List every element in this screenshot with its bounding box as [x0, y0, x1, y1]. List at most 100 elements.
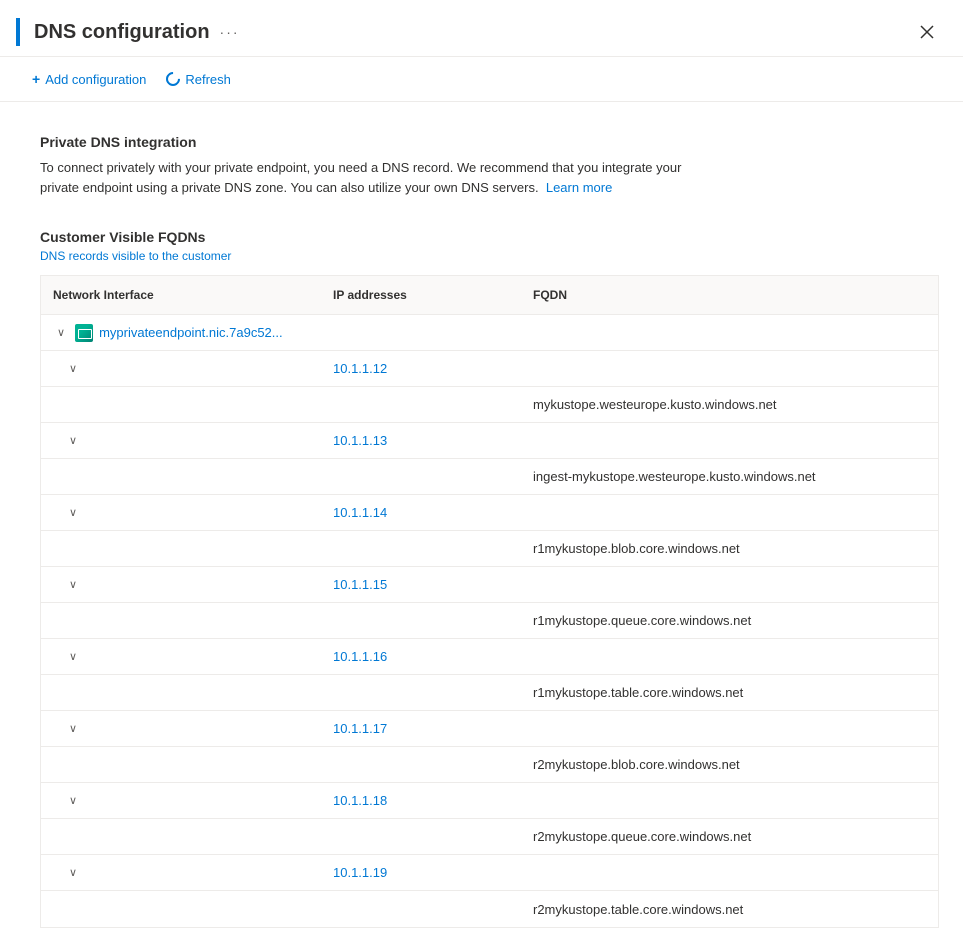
table-row: mykustope.westeurope.kusto.windows.net [41, 387, 938, 423]
page-title: DNS configuration [34, 21, 210, 44]
private-dns-section: Private DNS integration To connect priva… [40, 134, 939, 197]
row-4b-nic [41, 685, 321, 701]
close-button[interactable] [915, 20, 939, 44]
title-bar-accent [16, 18, 20, 46]
table-row: r1mykustope.blob.core.windows.net [41, 531, 938, 567]
row-6-fqdn [521, 793, 938, 809]
row-1-nic: ∨ [41, 424, 321, 457]
row-7b-nic [41, 901, 321, 917]
row-5b-ip [321, 757, 521, 773]
row-4b-fqdn: r1mykustope.table.core.windows.net [521, 677, 938, 708]
table-row: r2mykustope.queue.core.windows.net [41, 819, 938, 855]
row-0b-nic [41, 397, 321, 413]
row-0-fqdn [521, 361, 938, 377]
table-row: ∨ 10.1.1.12 [41, 351, 938, 387]
row-7-expand[interactable]: ∨ [65, 864, 81, 881]
row-5b-fqdn: r2mykustope.blob.core.windows.net [521, 749, 938, 780]
nic-fqdn [521, 325, 938, 341]
table-row: r1mykustope.table.core.windows.net [41, 675, 938, 711]
col-fqdn: FQDN [521, 284, 938, 306]
row-7-nic: ∨ [41, 856, 321, 889]
row-2-ip: 10.1.1.14 [321, 497, 521, 528]
refresh-label: Refresh [185, 72, 231, 87]
row-0-expand[interactable]: ∨ [65, 360, 81, 377]
row-5-nic: ∨ [41, 712, 321, 745]
title-area: DNS configuration ··· [16, 18, 240, 46]
panel-more-options[interactable]: ··· [220, 24, 240, 40]
panel-header: DNS configuration ··· [0, 0, 963, 57]
table-row: ingest-mykustope.westeurope.kusto.window… [41, 459, 938, 495]
row-6b-nic [41, 829, 321, 845]
table-row: ∨ 10.1.1.17 [41, 711, 938, 747]
row-2b-nic [41, 541, 321, 557]
row-2-expand[interactable]: ∨ [65, 504, 81, 521]
row-6-nic: ∨ [41, 784, 321, 817]
row-1b-fqdn: ingest-mykustope.westeurope.kusto.window… [521, 461, 938, 492]
row-2b-fqdn: r1mykustope.blob.core.windows.net [521, 533, 938, 564]
refresh-button[interactable]: Refresh [158, 68, 239, 91]
table-row: ∨ 10.1.1.15 [41, 567, 938, 603]
table-row: ∨ 10.1.1.13 [41, 423, 938, 459]
row-1b-nic [41, 469, 321, 485]
row-7-fqdn [521, 865, 938, 881]
refresh-icon [163, 69, 183, 89]
col-network-interface: Network Interface [41, 284, 321, 306]
nic-expand-button[interactable]: ∨ [53, 324, 69, 341]
col-ip-addresses: IP addresses [321, 284, 521, 306]
row-3b-fqdn: r1mykustope.queue.core.windows.net [521, 605, 938, 636]
table-row: ∨ 10.1.1.18 [41, 783, 938, 819]
row-6b-ip [321, 829, 521, 845]
fqdn-subtitle: DNS records visible to the customer [40, 249, 939, 263]
row-1b-ip [321, 469, 521, 485]
nic-cell: ∨ myprivateendpoint.nic.7a9c52... [41, 316, 321, 350]
row-6-expand[interactable]: ∨ [65, 792, 81, 809]
add-configuration-button[interactable]: + Add configuration [24, 67, 154, 91]
table-header: Network Interface IP addresses FQDN [41, 276, 938, 315]
row-4-expand[interactable]: ∨ [65, 648, 81, 665]
row-0-nic: ∨ [41, 352, 321, 385]
row-7-ip: 10.1.1.19 [321, 857, 521, 888]
row-7b-ip [321, 901, 521, 917]
row-3-ip: 10.1.1.15 [321, 569, 521, 600]
fqdn-title: Customer Visible FQDNs [40, 229, 939, 245]
fqdn-section: Customer Visible FQDNs DNS records visib… [40, 229, 939, 928]
nic-icon [75, 324, 93, 342]
close-icon [919, 24, 935, 40]
learn-more-link[interactable]: Learn more [546, 180, 612, 195]
row-3b-ip [321, 613, 521, 629]
row-0-ip: 10.1.1.12 [321, 353, 521, 384]
row-3-nic: ∨ [41, 568, 321, 601]
row-5-ip: 10.1.1.17 [321, 713, 521, 744]
row-2-nic: ∨ [41, 496, 321, 529]
private-dns-description: To connect privately with your private e… [40, 158, 720, 197]
row-3-expand[interactable]: ∨ [65, 576, 81, 593]
row-6-ip: 10.1.1.18 [321, 785, 521, 816]
table-row: r2mykustope.table.core.windows.net [41, 891, 938, 927]
row-0b-ip [321, 397, 521, 413]
row-4-fqdn [521, 649, 938, 665]
row-5b-nic [41, 757, 321, 773]
row-2b-ip [321, 541, 521, 557]
table-row: ∨ 10.1.1.14 [41, 495, 938, 531]
fqdn-table: Network Interface IP addresses FQDN ∨ my… [40, 275, 939, 928]
table-row: r1mykustope.queue.core.windows.net [41, 603, 938, 639]
row-5-fqdn [521, 721, 938, 737]
table-row: r2mykustope.blob.core.windows.net [41, 747, 938, 783]
main-content: Private DNS integration To connect priva… [0, 102, 963, 952]
row-5-expand[interactable]: ∨ [65, 720, 81, 737]
plus-icon: + [32, 71, 40, 87]
row-6b-fqdn: r2mykustope.queue.core.windows.net [521, 821, 938, 852]
row-4-nic: ∨ [41, 640, 321, 673]
nic-name: myprivateendpoint.nic.7a9c52... [99, 325, 283, 340]
table-row: ∨ 10.1.1.16 [41, 639, 938, 675]
nic-ip [321, 325, 521, 341]
row-1-ip: 10.1.1.13 [321, 425, 521, 456]
row-0b-fqdn: mykustope.westeurope.kusto.windows.net [521, 389, 938, 420]
private-dns-title: Private DNS integration [40, 134, 939, 150]
row-7b-fqdn: r2mykustope.table.core.windows.net [521, 894, 938, 925]
nic-row: ∨ myprivateendpoint.nic.7a9c52... [41, 315, 938, 351]
row-1-fqdn [521, 433, 938, 449]
add-configuration-label: Add configuration [45, 72, 146, 87]
row-3-fqdn [521, 577, 938, 593]
row-1-expand[interactable]: ∨ [65, 432, 81, 449]
